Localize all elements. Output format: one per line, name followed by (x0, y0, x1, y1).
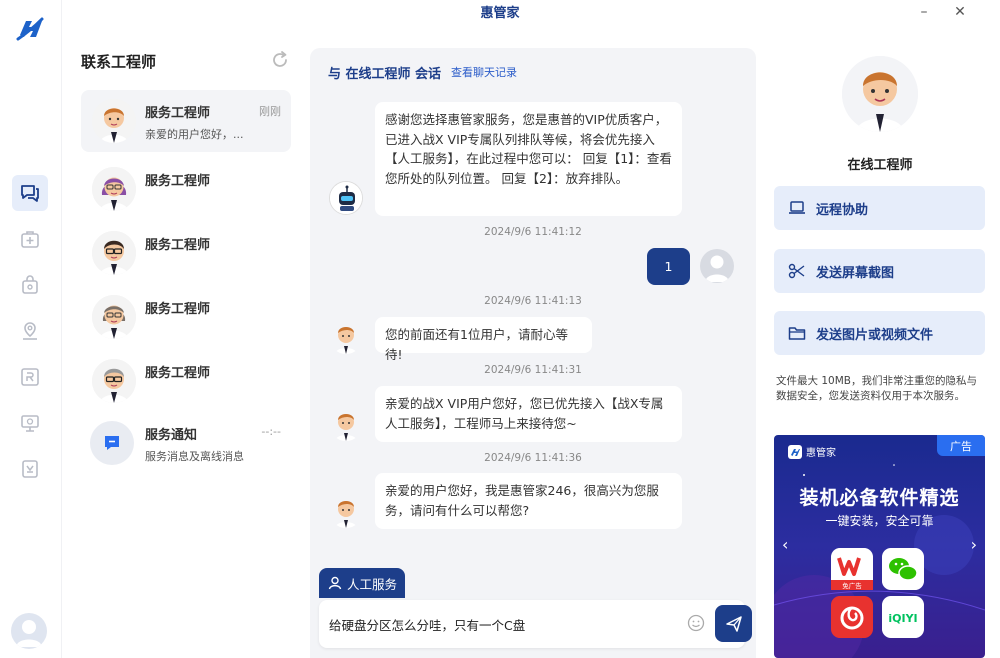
file-note: 文件最大 10MB，我们非常注重您的隐私与数据安全，您发送资料仅用于本次服务。 (776, 375, 977, 402)
contact-name: 服务工程师 (145, 366, 211, 381)
message-timestamp: 2024/9/6 11:41:13 (484, 295, 582, 307)
contact-item[interactable]: 服务工程师 (81, 222, 291, 284)
store-icon[interactable] (12, 451, 48, 487)
engineer-name: 在线工程师 (847, 158, 913, 173)
contact-item[interactable]: 服务工程师 亲爱的用户您好，... 刚刚 (81, 90, 291, 152)
nav-rail (0, 0, 62, 658)
message-timestamp: 2024/9/6 11:41:31 (484, 364, 582, 376)
ad-banner[interactable]: 惠管家 广告 装机必备软件精选 一键安装，安全可靠 ‹ › 免广告 iQIYI (774, 435, 985, 658)
wechat-app-icon[interactable] (882, 548, 924, 590)
engineer-avatar (92, 359, 136, 403)
ad-tag: 广告 (937, 435, 985, 456)
message-bubble: 亲爱的用户您好，我是惠管家246，很高兴为您服务，请问有什么可以帮您? (375, 473, 682, 529)
wps-badge-label: 免广告 (842, 581, 862, 590)
engineer-msg-avatar (329, 494, 363, 528)
contacts-title: 联系工程师 (81, 53, 157, 71)
ad-logo-icon (788, 444, 802, 459)
remote-assist-button[interactable]: 远程协助 (774, 186, 985, 230)
notice-item[interactable]: 服务通知 服务消息及离线消息 --:-- (81, 412, 291, 474)
contact-name: 服务工程师 (145, 302, 211, 317)
title-bar: 惠管家 – ✕ (0, 0, 1000, 26)
notice-preview: 服务消息及离线消息 (145, 450, 244, 463)
contact-name: 服务工程师 (145, 106, 211, 121)
app-logo-icon (14, 13, 46, 45)
wps-app-icon[interactable]: 免广告 (831, 548, 873, 590)
minimize-button[interactable]: – (910, 2, 938, 22)
engineer-panel: 在线工程师 远程协助 发送屏幕截图 发送图片或视频文件 文件最大 10MB，我们… (770, 26, 1000, 658)
contact-item[interactable]: 服务工程师 (81, 158, 291, 220)
user-avatar[interactable] (11, 613, 47, 649)
chat-history-link[interactable]: 查看聊天记录 (451, 64, 517, 80)
send-button[interactable] (715, 605, 752, 642)
message-bubble: 您的前面还有1位用户，请耐心等待! (375, 317, 592, 362)
contact-name: 服务工程师 (145, 174, 211, 189)
engineer-msg-avatar (329, 320, 363, 354)
bag-icon[interactable] (12, 267, 48, 303)
manual-service-label: 人工服务 (347, 576, 398, 592)
refresh-icon[interactable] (270, 50, 290, 70)
folder-icon (788, 327, 806, 340)
emoji-icon[interactable] (687, 614, 705, 632)
engineer-avatar-large (842, 56, 918, 132)
send-file-label: 发送图片或视频文件 (816, 327, 934, 343)
chat-header: 与 在线工程师 会话 (328, 67, 442, 82)
register-icon[interactable] (12, 359, 48, 395)
contact-item[interactable]: 服务工程师 (81, 286, 291, 348)
engineer-avatar (92, 167, 136, 211)
message-input[interactable] (329, 612, 659, 636)
ad-brand-label: 惠管家 (806, 448, 836, 459)
notice-name: 服务通知 (145, 428, 198, 443)
contact-time: 刚刚 (259, 105, 281, 118)
medical-kit-icon[interactable] (12, 221, 48, 257)
chat-icon[interactable] (12, 175, 48, 211)
app-title: 惠管家 (480, 6, 520, 21)
contact-name: 服务工程师 (145, 238, 211, 253)
monitor-icon[interactable] (12, 405, 48, 441)
ad-title: 装机必备软件精选 (799, 487, 960, 509)
remote-assist-label: 远程协助 (816, 202, 869, 218)
manual-service-button[interactable]: 人工服务 (319, 568, 405, 598)
close-button[interactable]: ✕ (946, 2, 974, 22)
person-icon (328, 576, 342, 590)
message-bubble: 亲爱的战X VIP用户您好，您已优先接入【战X专属人工服务】，工程师马上来接待您… (375, 386, 682, 442)
chat-panel: 与 在线工程师 会话 查看聊天记录 感谢您选择惠管家服务，您是惠普的VIP优质客… (310, 48, 756, 658)
engineer-avatar (92, 231, 136, 275)
contacts-panel: 联系工程师 服务工程师 亲爱的用户您好，... 刚刚 服务工程师 服务工程师 服… (62, 26, 308, 658)
robot-avatar (329, 181, 363, 215)
send-screenshot-button[interactable]: 发送屏幕截图 (774, 249, 985, 293)
ad-prev-icon[interactable]: ‹ (782, 535, 788, 554)
send-file-button[interactable]: 发送图片或视频文件 (774, 311, 985, 355)
user-message-bubble: 1 (647, 248, 690, 285)
ad-background (774, 464, 985, 658)
laptop-icon (789, 201, 805, 214)
contact-item[interactable]: 服务工程师 (81, 350, 291, 412)
iqiyi-label: iQIYI (888, 612, 917, 625)
notice-icon (90, 421, 134, 465)
message-timestamp: 2024/9/6 11:41:12 (484, 226, 582, 238)
engineer-avatar (92, 295, 136, 339)
netease-music-app-icon[interactable] (831, 596, 873, 638)
user-msg-avatar (700, 249, 734, 283)
message-bubble: 感谢您选择惠管家服务，您是惠普的VIP优质客户，已进入战X VIP专属队列排队等… (375, 102, 682, 216)
ad-brand: 惠管家 (788, 444, 836, 459)
message-timestamp: 2024/9/6 11:41:36 (484, 452, 582, 464)
location-icon[interactable] (12, 313, 48, 349)
iqiyi-app-icon[interactable]: iQIYI (882, 596, 924, 638)
send-screenshot-label: 发送屏幕截图 (816, 265, 895, 281)
contact-preview: 亲爱的用户您好，... (145, 128, 244, 141)
send-icon (725, 615, 742, 632)
notice-time: --:-- (261, 425, 281, 438)
message-input-box (319, 600, 752, 648)
ad-next-icon[interactable]: › (971, 535, 977, 554)
scissors-icon (788, 263, 805, 279)
engineer-msg-avatar (329, 407, 363, 441)
engineer-avatar (92, 99, 136, 143)
ad-subtitle: 一键安装，安全可靠 (825, 514, 934, 528)
